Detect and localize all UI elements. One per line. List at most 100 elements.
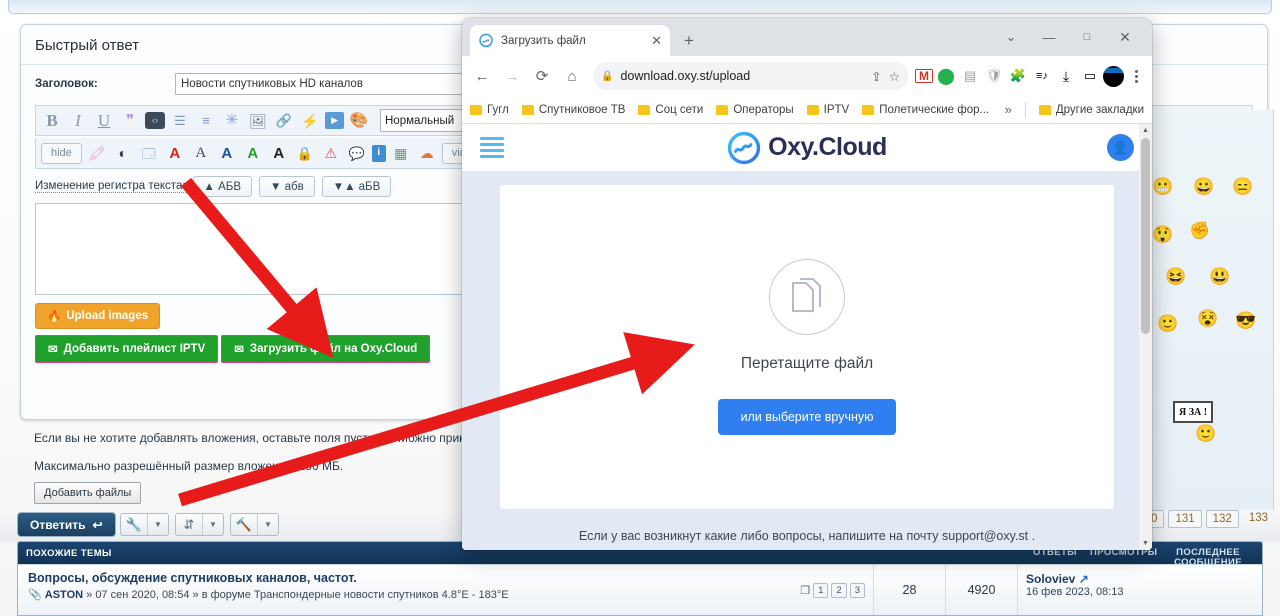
image-button[interactable]: 🖼 bbox=[247, 110, 269, 132]
sort-tool-control[interactable]: ⇵ ▼ bbox=[175, 513, 224, 536]
emoticon-item[interactable]: 🙂 bbox=[1195, 425, 1216, 442]
emoticon-item[interactable]: 😬 bbox=[1152, 178, 1173, 195]
bookmark-operatory[interactable]: Операторы bbox=[716, 104, 794, 116]
bookmark-soc-seti[interactable]: Соц сети bbox=[638, 104, 703, 116]
comment-button[interactable]: 💬 bbox=[346, 142, 368, 164]
bookmark-iptv[interactable]: IPTV bbox=[806, 104, 849, 116]
uppercase-button[interactable]: ▲ АБВ bbox=[192, 176, 253, 197]
media-list-icon[interactable]: ≡♪ bbox=[1031, 65, 1053, 87]
forward-icon[interactable]: → bbox=[498, 62, 526, 90]
close-icon[interactable]: ✕ bbox=[651, 33, 662, 49]
add-iptv-playlist-button[interactable]: ✉ Добавить плейлист IPTV bbox=[35, 335, 219, 363]
blue-letter-button[interactable]: A bbox=[216, 142, 238, 164]
soundcloud-button[interactable]: ☁ bbox=[416, 142, 438, 164]
browser-menu-icon[interactable] bbox=[1126, 69, 1146, 83]
ordered-list-button[interactable]: ≡ bbox=[195, 110, 217, 132]
file-drop-zone[interactable]: Перетащите файл или выберите вручную bbox=[500, 185, 1114, 509]
spoiler-button[interactable]: 🗔 bbox=[138, 142, 160, 164]
downloads-icon[interactable]: ⤓ bbox=[1055, 65, 1077, 87]
emoticon-item[interactable]: 😎 bbox=[1235, 312, 1256, 329]
goto-post-icon[interactable]: ↗ bbox=[1079, 572, 1089, 586]
video-button[interactable]: ▶ bbox=[325, 112, 344, 129]
emoticon-item[interactable]: 😀 bbox=[1193, 178, 1214, 195]
shield-extension-icon[interactable]: 🛡 bbox=[983, 65, 1005, 87]
info-button[interactable]: i bbox=[371, 144, 386, 162]
togglecase-button[interactable]: ▼▲ аБВ bbox=[321, 176, 392, 197]
choose-file-manually-button[interactable]: или выберите вручную bbox=[718, 399, 896, 435]
green-letter-button[interactable]: A bbox=[242, 142, 264, 164]
upload-to-oxycloud-button[interactable]: ✉ Загрузить файл на Oxy.Cloud bbox=[221, 335, 431, 363]
emoticon-item[interactable]: 😲 bbox=[1152, 226, 1173, 243]
wrench-tool-control[interactable]: 🔧 ▼ bbox=[120, 513, 169, 536]
emoticon-item[interactable]: ✊ bbox=[1189, 222, 1210, 239]
list-item-button[interactable]: ✳ bbox=[221, 110, 243, 132]
sidepanel-icon[interactable]: ▭ bbox=[1079, 65, 1101, 87]
minimize-icon[interactable]: — bbox=[1032, 26, 1066, 48]
tab-upload-file[interactable]: Загрузить файл ✕ bbox=[470, 25, 670, 56]
topic-page-1[interactable]: 1 bbox=[813, 582, 829, 598]
warning-button[interactable]: ⚠ bbox=[320, 142, 342, 164]
add-files-button[interactable]: Добавить файлы bbox=[34, 482, 142, 504]
color-picker-button[interactable]: 🎨 bbox=[348, 110, 370, 132]
outline-letter-button[interactable]: A bbox=[190, 142, 212, 164]
highlight-button[interactable]: 🖍 bbox=[86, 142, 108, 164]
chevron-down-icon[interactable]: ▼ bbox=[202, 514, 223, 535]
shadow-letter-button[interactable]: A bbox=[268, 142, 290, 164]
topic-title[interactable]: Вопросы, обсуждение спутниковых каналов,… bbox=[28, 571, 782, 585]
bookmark-star-icon[interactable]: ☆ bbox=[889, 69, 900, 84]
page-link-131[interactable]: 131 bbox=[1168, 510, 1202, 528]
lowercase-button[interactable]: ▼ абв bbox=[259, 176, 315, 197]
emoticon-item[interactable]: 😑 bbox=[1232, 178, 1253, 195]
contrast-button[interactable]: ◐ bbox=[112, 142, 134, 164]
sign-emoticon[interactable]: Я ЗА ! bbox=[1173, 401, 1213, 423]
maximize-icon[interactable]: □ bbox=[1070, 26, 1104, 48]
upload-images-button[interactable]: 🔥 Upload images bbox=[35, 303, 161, 329]
topic-page-2[interactable]: 2 bbox=[831, 582, 847, 598]
page-link-132[interactable]: 132 bbox=[1205, 510, 1239, 528]
link-button[interactable]: 🔗 bbox=[273, 110, 295, 132]
puzzle-extensions-icon[interactable]: 🧩 bbox=[1007, 65, 1029, 87]
table-row[interactable]: Вопросы, обсуждение спутниковых каналов,… bbox=[18, 564, 1262, 615]
other-bookmarks-button[interactable]: Другие закладки bbox=[1038, 104, 1144, 116]
table-button[interactable]: ▦ bbox=[390, 142, 412, 164]
code-button[interactable]: ‹› bbox=[145, 112, 165, 129]
topic-page-3[interactable]: 3 bbox=[849, 582, 865, 598]
gmail-extension-icon[interactable]: M bbox=[915, 69, 933, 83]
reload-icon[interactable]: ⟳ bbox=[528, 62, 556, 90]
last-post-user[interactable]: Soloviev ↗ bbox=[1026, 572, 1254, 586]
unordered-list-button[interactable]: ☰ bbox=[169, 110, 191, 132]
webstore-extension-icon[interactable]: ▤ bbox=[959, 65, 981, 87]
italic-button[interactable]: I bbox=[67, 110, 89, 132]
scroll-down-icon[interactable]: ▼ bbox=[1142, 540, 1149, 547]
bookmarks-overflow-icon[interactable]: » bbox=[1005, 102, 1012, 117]
lock-button[interactable]: 🔒 bbox=[294, 142, 316, 164]
hamburger-menu-icon[interactable] bbox=[480, 137, 504, 158]
home-icon[interactable]: ⌂ bbox=[558, 62, 586, 90]
underline-button[interactable]: U bbox=[93, 110, 115, 132]
scroll-up-icon[interactable]: ▲ bbox=[1142, 127, 1149, 134]
emoticon-item[interactable]: 😵 bbox=[1197, 310, 1218, 327]
tab-search-icon[interactable]: ⌄ bbox=[994, 26, 1028, 48]
share-icon[interactable]: ⇪ bbox=[871, 69, 881, 84]
quote-button[interactable]: ❞ bbox=[119, 110, 141, 132]
page-scrollbar-thumb[interactable] bbox=[1141, 138, 1150, 334]
bookmark-sputnikovoe-tv[interactable]: Спутниковое ТВ bbox=[521, 104, 625, 116]
new-tab-button[interactable]: + bbox=[684, 31, 694, 51]
bookmark-political-forums[interactable]: Полетические фор... bbox=[862, 104, 989, 116]
page-link-133[interactable]: 133 bbox=[1243, 510, 1274, 528]
emoticon-item[interactable]: 🙂 bbox=[1157, 315, 1178, 332]
back-icon[interactable]: ← bbox=[468, 62, 496, 90]
moderate-tool-control[interactable]: 🔨 ▼ bbox=[230, 513, 279, 536]
chevron-down-icon[interactable]: ▼ bbox=[147, 514, 168, 535]
topic-author[interactable]: ASTON bbox=[45, 589, 83, 601]
battery-extension-icon[interactable]: ⬤ bbox=[935, 65, 957, 87]
emoticon-item[interactable]: 😆 bbox=[1165, 268, 1186, 285]
emoticon-item[interactable]: 😃 bbox=[1209, 268, 1230, 285]
flash-button[interactable]: ⚡ bbox=[299, 110, 321, 132]
bookmark-gugl[interactable]: Гугл bbox=[470, 104, 509, 116]
user-account-icon[interactable]: 👤 bbox=[1107, 134, 1134, 161]
red-letter-button[interactable]: A bbox=[164, 142, 186, 164]
page-scrollbar[interactable]: ▲ ▼ bbox=[1139, 124, 1152, 550]
reply-button[interactable]: Ответить ↩ bbox=[17, 512, 116, 537]
bold-button[interactable]: B bbox=[41, 110, 63, 132]
